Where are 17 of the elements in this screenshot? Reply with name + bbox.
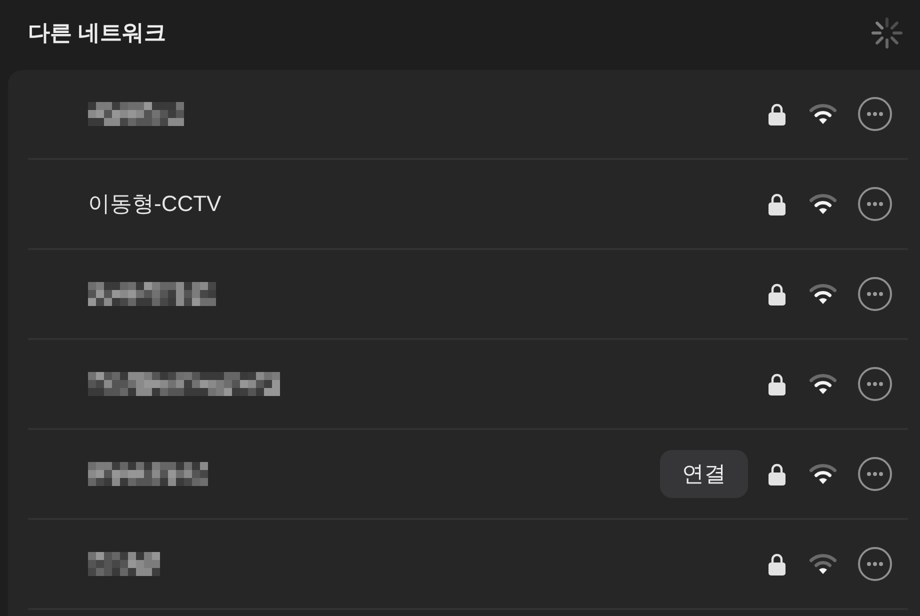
spinner-icon <box>871 17 903 49</box>
more-button[interactable] <box>858 547 892 581</box>
more-button[interactable] <box>858 187 892 221</box>
more-button[interactable] <box>858 277 892 311</box>
more-button[interactable] <box>858 367 892 401</box>
ellipsis-icon <box>867 202 883 206</box>
ellipsis-icon <box>867 562 883 566</box>
ellipsis-icon <box>867 382 883 386</box>
ellipsis-icon <box>867 112 883 116</box>
connect-button[interactable]: 연결 <box>660 450 748 498</box>
more-button[interactable] <box>858 97 892 131</box>
pixelated-name-drawing <box>88 552 160 576</box>
ellipsis-icon <box>867 472 883 476</box>
more-button[interactable] <box>858 457 892 491</box>
section-title: 다른 네트워크 <box>28 19 166 47</box>
ellipsis-icon <box>867 292 883 296</box>
network-name: 이동형-CCTV <box>88 190 222 218</box>
